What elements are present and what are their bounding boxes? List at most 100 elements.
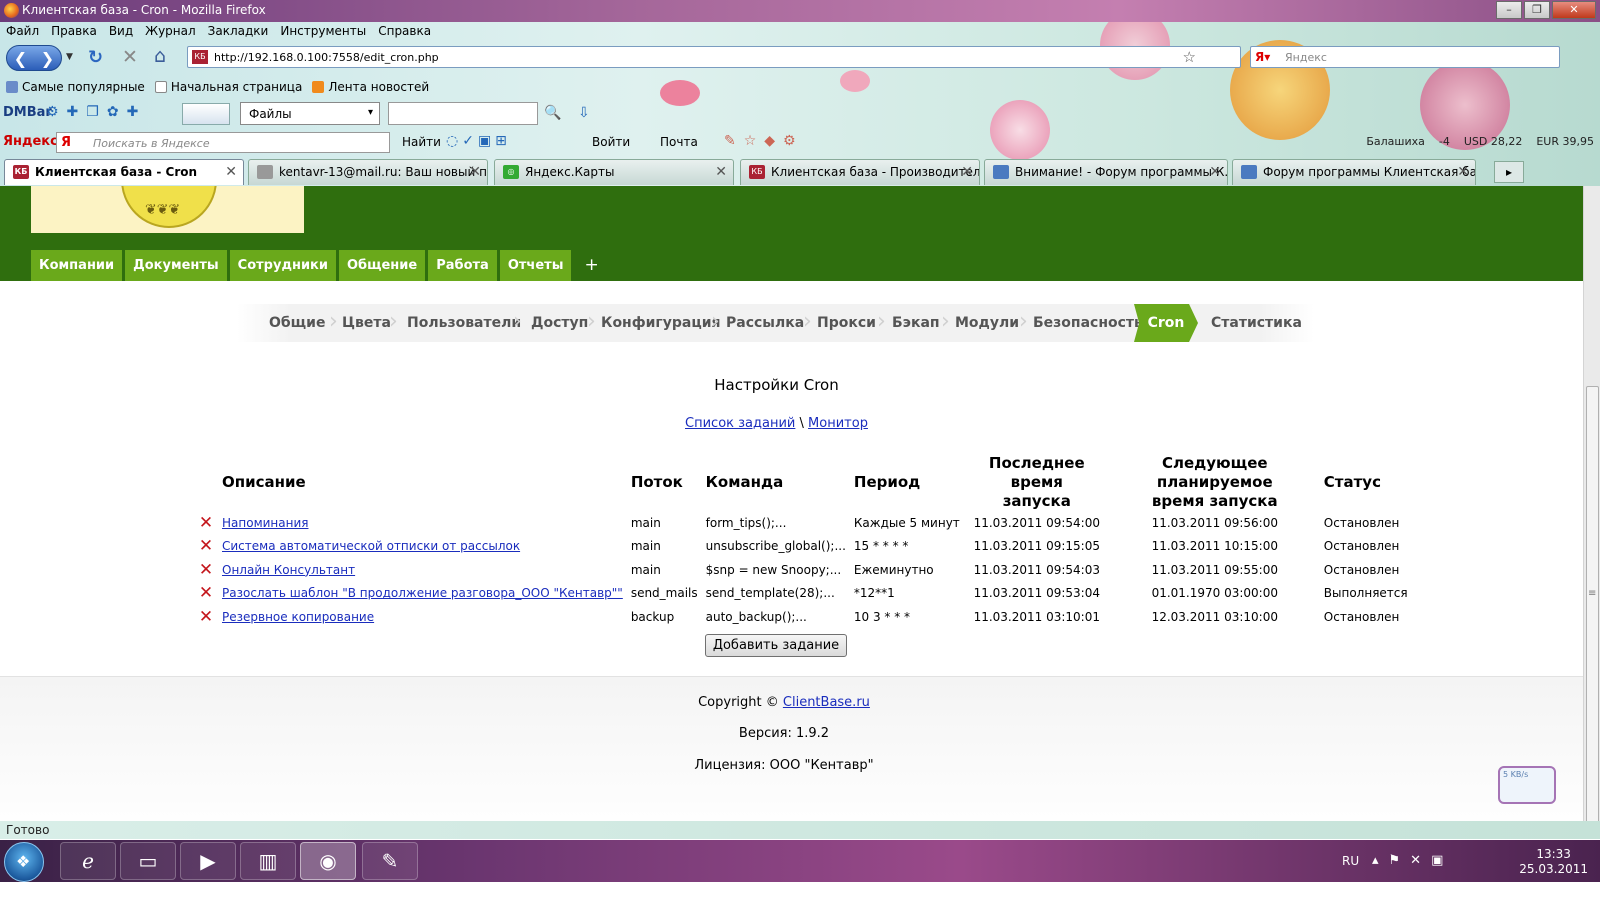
nav-work[interactable]: Работа xyxy=(428,250,497,281)
search-go-icon[interactable]: 🔍 xyxy=(544,105,561,121)
menu-bookmarks[interactable]: Закладки xyxy=(202,23,275,41)
settings-tab-security[interactable]: Безопасность xyxy=(1033,304,1143,342)
minimize-button[interactable]: – xyxy=(1496,1,1522,19)
login-button[interactable]: Войти xyxy=(592,135,630,149)
menu-history[interactable]: Журнал xyxy=(139,23,202,41)
yandex-tool-icons[interactable]: ◌✓▣⊞ xyxy=(446,133,511,149)
settings-tab-access[interactable]: Доступ xyxy=(531,304,588,342)
add-task-button[interactable]: Добавить задание xyxy=(705,634,847,657)
stop-icon[interactable]: ✕ xyxy=(122,46,138,68)
menu-view[interactable]: Вид xyxy=(103,23,139,41)
bookmark-start-page[interactable]: Начальная страница xyxy=(154,80,302,94)
taskbar-media-player-icon[interactable]: ▶ xyxy=(180,842,236,880)
job-link[interactable]: Система автоматической отписки от рассыл… xyxy=(222,539,520,553)
history-dropdown-icon[interactable]: ▼ xyxy=(66,52,73,62)
page-scrollbar[interactable]: ≡ xyxy=(1583,186,1600,837)
settings-tab-statistics[interactable]: Статистика xyxy=(1211,304,1302,342)
close-tab-icon[interactable]: ✕ xyxy=(469,164,481,180)
settings-tab-users[interactable]: Пользователи xyxy=(407,304,521,342)
tab-yandex-maps[interactable]: ◎ Яндекс.Карты ✕ xyxy=(494,159,734,185)
download-icon[interactable]: ⇩ xyxy=(578,105,590,121)
bookmark-news-feed[interactable]: Лента новостей xyxy=(312,80,429,94)
back-arrow-icon[interactable]: ❮ xyxy=(14,49,27,68)
settings-tab-mailing[interactable]: Рассылка xyxy=(726,304,804,342)
find-button[interactable]: Найти xyxy=(402,135,441,149)
reload-icon[interactable]: ↻ xyxy=(88,47,103,68)
tab-list-button[interactable]: ▸ xyxy=(1494,161,1524,183)
nav-communication[interactable]: Общение xyxy=(338,250,426,281)
yandex-placeholder[interactable]: Поискать в Яндексе xyxy=(93,137,210,150)
forward-arrow-icon[interactable]: ❯ xyxy=(41,49,54,68)
search-placeholder[interactable]: Яндекс xyxy=(1285,51,1327,64)
yandex-search-input[interactable]: Я Поискать в Яндексе xyxy=(56,132,390,153)
nav-add-button[interactable]: + xyxy=(574,250,608,281)
tab-clientbase-producer[interactable]: КБ Клиентская база - Производитель... ✕ xyxy=(740,159,980,185)
files-select[interactable]: Файлы xyxy=(240,102,380,125)
delete-icon[interactable]: ✕ xyxy=(199,536,213,556)
tab-mail[interactable]: kentavr-13@mail.ru: Ваш новый па... ✕ xyxy=(248,159,488,185)
settings-tab-modules[interactable]: Модули xyxy=(955,304,1019,342)
yandex-label[interactable]: Яндекс xyxy=(3,134,58,149)
search-bar[interactable]: Я▾ Яндекс xyxy=(1250,46,1560,68)
menu-help[interactable]: Справка xyxy=(372,23,437,41)
settings-tab-colors[interactable]: Цвета xyxy=(342,304,391,342)
close-tab-icon[interactable]: ✕ xyxy=(715,164,727,180)
job-link[interactable]: Онлайн Консультант xyxy=(222,563,355,577)
close-tab-icon[interactable]: ✕ xyxy=(1209,164,1221,180)
job-link[interactable]: Разослать шаблон "В продолжение разговор… xyxy=(222,586,623,600)
maximize-button[interactable]: ❐ xyxy=(1524,1,1550,19)
menu-edit[interactable]: Правка xyxy=(45,23,103,41)
bookmark-popular[interactable]: Самые популярные xyxy=(6,80,145,94)
taskbar-paint-icon[interactable]: ✎ xyxy=(362,842,418,880)
delete-icon[interactable]: ✕ xyxy=(199,607,213,627)
clientbase-link[interactable]: ClientBase.ru xyxy=(783,695,870,710)
taskbar-ie-icon[interactable]: ℯ xyxy=(60,842,116,880)
close-tab-icon[interactable]: ✕ xyxy=(961,164,973,180)
download-speed-widget[interactable]: 5 KB/s xyxy=(1498,766,1556,804)
home-icon[interactable]: ⌂ xyxy=(154,45,166,67)
tray-icons[interactable]: ▴⚑✕▣ xyxy=(1372,853,1453,868)
menu-file[interactable]: Файл xyxy=(0,23,45,41)
dmbar-tool-icons[interactable]: ⚙✚❐✿✚ xyxy=(46,104,146,120)
close-tab-icon[interactable]: ✕ xyxy=(225,164,237,180)
yandex-extra-icons[interactable]: ✎☆◆⚙ xyxy=(724,133,804,149)
address-bar[interactable]: КБ http://192.168.0.100:7558/edit_cron.p… xyxy=(187,46,1241,68)
dmbar-button[interactable] xyxy=(182,103,230,125)
delete-icon[interactable]: ✕ xyxy=(199,583,213,603)
clock[interactable]: 13:33 25.03.2011 xyxy=(1519,847,1588,877)
url-text[interactable]: http://192.168.0.100:7558/edit_cron.php xyxy=(214,51,439,64)
task-list-link[interactable]: Список заданий xyxy=(685,416,795,431)
close-window-button[interactable]: ✕ xyxy=(1552,1,1596,19)
nav-employees[interactable]: Сотрудники xyxy=(229,250,336,281)
settings-tab-general[interactable]: Общие xyxy=(269,304,325,342)
tab-forum-clientbase[interactable]: Форум программы Клиентская ба... ✕ xyxy=(1232,159,1476,185)
menu-tools[interactable]: Инструменты xyxy=(274,23,372,41)
delete-icon[interactable]: ✕ xyxy=(199,513,213,533)
settings-tab-configuration[interactable]: Конфигурация xyxy=(601,304,721,342)
taskbar-explorer-icon[interactable]: ▭ xyxy=(120,842,176,880)
back-forward-buttons[interactable]: ❮ ❯ xyxy=(6,45,62,71)
settings-tab-cron[interactable]: Cron xyxy=(1134,304,1198,342)
delete-icon[interactable]: ✕ xyxy=(199,560,213,580)
scrollbar-thumb[interactable] xyxy=(1586,386,1599,826)
tab-forum-attention[interactable]: Внимание! - Форум программы К... ✕ xyxy=(984,159,1228,185)
close-tab-icon[interactable]: ✕ xyxy=(1457,164,1469,180)
language-indicator[interactable]: RU xyxy=(1342,854,1359,868)
nav-reports[interactable]: Отчеты xyxy=(499,250,572,281)
bookmark-star-icon[interactable]: ☆ xyxy=(1183,48,1196,66)
monitor-link[interactable]: Монитор xyxy=(808,416,868,431)
dmbar-input[interactable] xyxy=(388,102,538,125)
start-button[interactable]: ❖ xyxy=(4,842,44,882)
settings-tab-proxy[interactable]: Прокси xyxy=(817,304,876,342)
job-link[interactable]: Напоминания xyxy=(222,516,308,530)
taskbar-app-icon[interactable]: ▥ xyxy=(240,842,296,880)
yandex-search-icon[interactable]: Я▾ xyxy=(1255,50,1270,64)
tab-clientbase-cron[interactable]: КБ Клиентская база - Cron ✕ xyxy=(4,159,244,185)
nav-companies[interactable]: Компании xyxy=(31,250,123,281)
job-link[interactable]: Резервное копирование xyxy=(222,610,374,624)
app-logo[interactable]: ❦❦❦ xyxy=(31,186,304,233)
taskbar-firefox-icon[interactable]: ◉ xyxy=(300,842,356,880)
settings-tab-backup[interactable]: Бэкап xyxy=(892,304,940,342)
nav-documents[interactable]: Документы xyxy=(125,250,227,281)
mail-button[interactable]: Почта xyxy=(660,135,698,149)
